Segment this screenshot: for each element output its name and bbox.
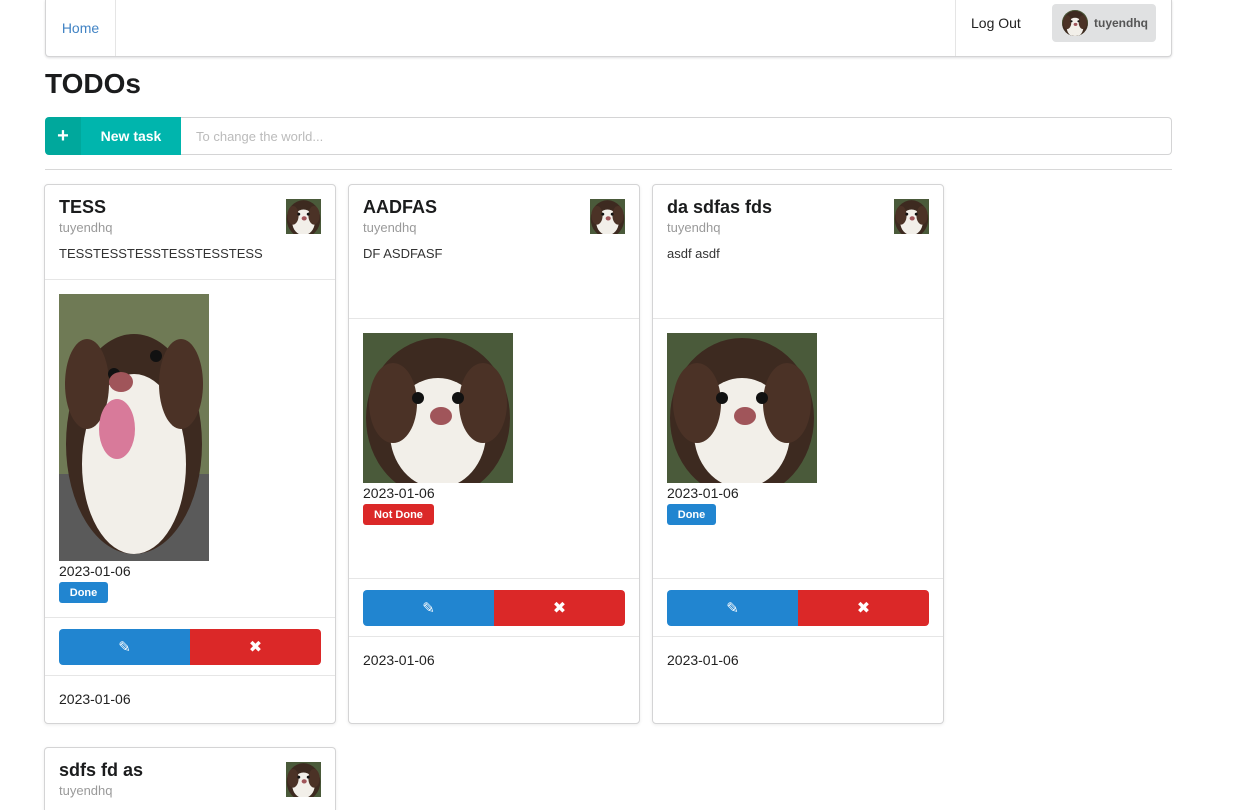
avatar (1062, 10, 1088, 36)
card-author: tuyendhq (667, 220, 721, 235)
card-author: tuyendhq (59, 220, 113, 235)
card-footer-date: 2023-01-06 (59, 691, 131, 707)
nav-home-link[interactable]: Home (46, 0, 116, 56)
card-author: tuyendhq (363, 220, 417, 235)
card-date: 2023-01-06 (667, 485, 739, 501)
todo-card: TESS tuyendhq TESSTESSTESSTESSTESSTESS 2… (44, 184, 336, 724)
top-menu: Home Log Out tuyendhq (45, 0, 1172, 57)
card-date: 2023-01-06 (59, 563, 131, 579)
user-name: tuyendhq (1094, 16, 1148, 30)
card-date: 2023-01-06 (363, 485, 435, 501)
new-task-button[interactable]: New task (81, 117, 181, 155)
card-description: DF ASDFASF (363, 246, 443, 261)
divider (45, 169, 1172, 170)
card-divider (653, 578, 943, 579)
card-divider (45, 617, 335, 618)
card-photo (363, 333, 513, 483)
logout-link[interactable]: Log Out (971, 0, 1021, 46)
pencil-icon: ✎ (422, 600, 435, 617)
menu-right-section: Log Out tuyendhq (955, 0, 1172, 56)
delete-button[interactable]: ✖ (798, 590, 929, 626)
card-avatar (286, 199, 321, 234)
pencil-icon: ✎ (118, 639, 131, 656)
edit-button[interactable]: ✎ (363, 590, 494, 626)
status-badge: Not Done (363, 504, 434, 525)
close-icon: ✖ (552, 600, 567, 617)
status-badge: Done (667, 504, 716, 525)
card-divider (653, 636, 943, 637)
page-title: TODOs (45, 68, 141, 99)
new-task-bar: + New task (45, 117, 1172, 155)
card-footer-date: 2023-01-06 (363, 652, 435, 668)
card-title: da sdfas fds (667, 197, 773, 217)
card-avatar (286, 762, 321, 797)
card-description: TESSTESSTESSTESSTESSTESS (59, 246, 263, 261)
card-title: AADFAS (363, 197, 438, 217)
card-divider (45, 279, 335, 280)
todo-card: AADFAS tuyendhq DF ASDFASF 2023-01-06 No… (348, 184, 640, 724)
card-author: tuyendhq (59, 783, 113, 798)
card-avatar (590, 199, 625, 234)
plus-icon[interactable]: + (45, 117, 81, 155)
edit-button[interactable]: ✎ (667, 590, 798, 626)
new-task-input[interactable] (181, 117, 1172, 155)
close-icon: ✖ (856, 600, 871, 617)
todo-card: da sdfas fds tuyendhq asdf asdf 2023-01-… (652, 184, 944, 724)
card-avatar (894, 199, 929, 234)
card-divider (45, 675, 335, 676)
close-icon: ✖ (248, 639, 263, 656)
user-button[interactable]: tuyendhq (1052, 4, 1156, 42)
card-divider (349, 636, 639, 637)
card-photo (667, 333, 817, 483)
card-divider (349, 578, 639, 579)
todo-card: sdfs fd as tuyendhq (44, 747, 336, 810)
delete-button[interactable]: ✖ (494, 590, 625, 626)
card-title: sdfs fd as (59, 760, 144, 780)
delete-button[interactable]: ✖ (190, 629, 321, 665)
card-footer-date: 2023-01-06 (667, 652, 739, 668)
status-badge: Done (59, 582, 108, 603)
card-divider (349, 318, 639, 319)
card-divider (653, 318, 943, 319)
card-photo (59, 294, 209, 561)
edit-button[interactable]: ✎ (59, 629, 190, 665)
card-description: asdf asdf (667, 246, 720, 261)
pencil-icon: ✎ (726, 600, 739, 617)
card-title: TESS (59, 197, 107, 217)
